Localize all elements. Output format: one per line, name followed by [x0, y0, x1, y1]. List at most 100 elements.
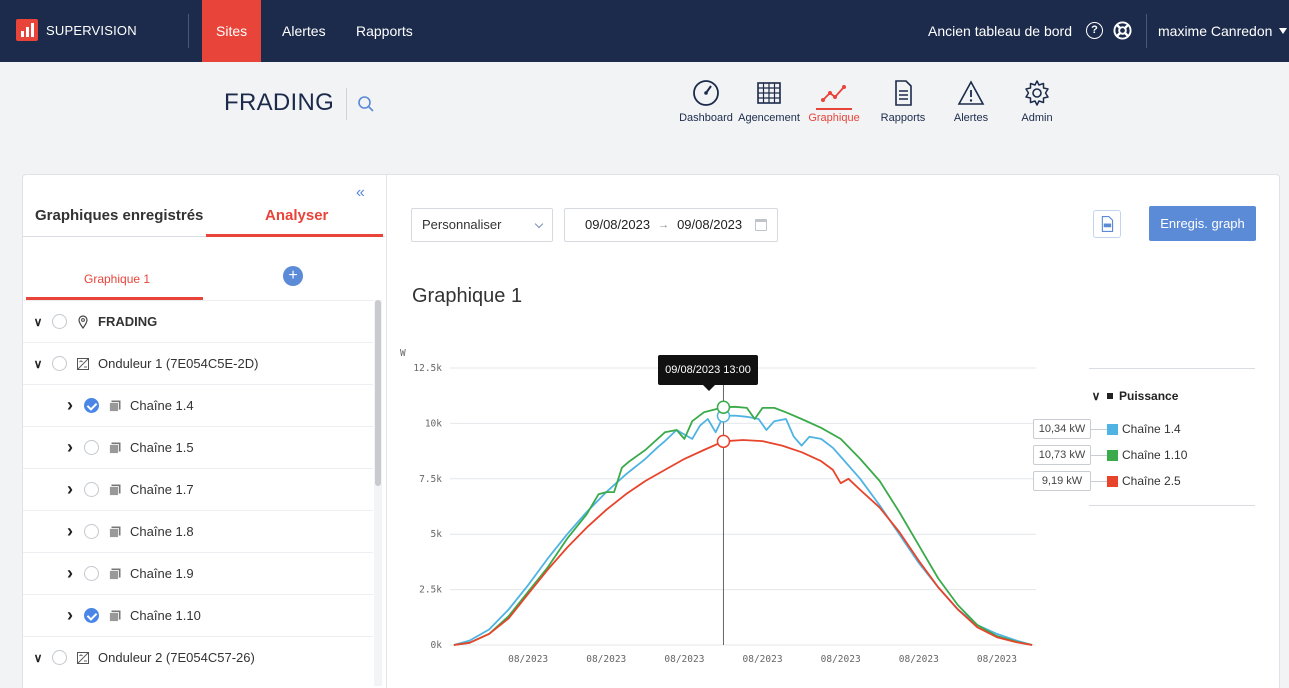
inverter-icon	[77, 651, 89, 664]
chevron-right-icon[interactable]: ›	[63, 437, 77, 458]
divider	[188, 14, 189, 48]
user-menu[interactable]: maxime Canredon	[1158, 0, 1288, 62]
x-tick-label: 08/2023	[586, 654, 626, 665]
search-icon[interactable]	[356, 94, 376, 114]
select-checkbox[interactable]	[84, 482, 99, 497]
x-tick-label: 08/2023	[743, 654, 783, 665]
tree-row[interactable]: ∨ Onduleur 2 (7E054C57-26)	[23, 636, 373, 678]
module-graphique[interactable]: Graphique	[794, 78, 874, 124]
tab-analyse[interactable]: Analyser	[265, 207, 328, 224]
module-label: Admin	[1021, 112, 1053, 124]
chevron-right-icon[interactable]: ›	[63, 395, 77, 416]
tree-row[interactable]: › Chaîne 1.4	[23, 384, 373, 426]
chevron-down-icon[interactable]: ∨	[31, 651, 45, 665]
help-icon[interactable]: ?	[1086, 22, 1103, 39]
nav-alertes[interactable]: Alertes	[268, 0, 340, 62]
old-dashboard-link[interactable]: Ancien tableau de bord	[928, 0, 1072, 62]
add-graph-button[interactable]: +	[283, 266, 303, 286]
tree-row[interactable]: › Chaîne 1.7	[23, 468, 373, 510]
legend-item[interactable]: 10,73 kW Chaîne 1.10	[1033, 444, 1187, 466]
legend-value: 10,34 kW	[1033, 419, 1091, 439]
tree-row[interactable]: › Chaîne 1.8	[23, 510, 373, 552]
user-name: maxime Canredon	[1158, 23, 1273, 39]
chart-title: Graphique 1	[412, 285, 523, 307]
chevron-right-icon[interactable]: ›	[63, 521, 77, 542]
inverter-icon	[77, 357, 89, 370]
date-range-picker[interactable]: 09/08/2023 → 09/08/2023	[564, 208, 778, 242]
save-graph-button[interactable]: Enregis. graph	[1149, 206, 1256, 241]
tree-row[interactable]: › Chaîne 1.10	[23, 594, 373, 636]
x-tick-label: 08/2023	[664, 654, 704, 665]
line-chart-icon	[821, 85, 846, 102]
calendar-icon	[755, 219, 767, 231]
select-checkbox[interactable]	[84, 440, 99, 455]
legend-connector	[1091, 428, 1107, 430]
chevron-down-icon	[534, 219, 544, 229]
gear-icon	[1025, 80, 1049, 106]
y-tick-label: 12.5k	[413, 363, 442, 374]
power-chart[interactable]: 0k 2.5k 5k 7.5k 10k 12.5k W 08/2023 08/2023 08/20…	[400, 340, 1060, 680]
period-select[interactable]: Personnaliser	[411, 208, 553, 242]
divider	[346, 88, 347, 120]
nav-rapports[interactable]: Rapports	[342, 0, 427, 62]
select-checkbox[interactable]	[52, 314, 67, 329]
tree-row-label: Chaîne 1.8	[130, 524, 194, 539]
tree-row-label: FRADING	[98, 314, 158, 329]
chevron-right-icon[interactable]: ›	[63, 479, 77, 500]
brand[interactable]: SUPERVISION	[16, 19, 137, 41]
legend-name: Chaîne 2.5	[1122, 474, 1181, 488]
tab-graphique-1[interactable]: Graphique 1	[84, 272, 150, 286]
chart-tooltip: 09/08/2023 13:00	[658, 355, 758, 391]
y-axis-label: W	[400, 348, 406, 359]
collapse-sidebar-icon[interactable]: «	[356, 184, 365, 202]
tree-row-label: Chaîne 1.10	[130, 608, 201, 623]
top-bar: SUPERVISION Sites Alertes Rapports Ancie…	[0, 0, 1289, 62]
tree-row[interactable]: › Chaîne 1.9	[23, 552, 373, 594]
chevron-right-icon[interactable]: ›	[63, 605, 77, 626]
chevron-down-icon[interactable]: ∨	[31, 315, 45, 329]
date-from: 09/08/2023	[585, 217, 651, 232]
select-checkbox[interactable]	[52, 650, 67, 665]
legend-swatch	[1107, 423, 1118, 435]
nav-sites[interactable]: Sites	[202, 0, 262, 62]
string-icon	[109, 568, 121, 580]
x-tick-label: 08/2023	[508, 654, 548, 665]
legend-item[interactable]: 10,34 kW Chaîne 1.4	[1033, 418, 1181, 440]
active-tab-underline	[206, 234, 383, 237]
chevron-down-icon: ∨	[1091, 389, 1101, 403]
lifebuoy-icon[interactable]	[1113, 21, 1132, 40]
legend-name: Chaîne 1.4	[1122, 422, 1181, 436]
module-label: Graphique	[808, 112, 860, 124]
legend-item[interactable]: 9,19 kW Chaîne 2.5	[1033, 470, 1181, 492]
cursor-marker	[716, 434, 731, 449]
period-value: Personnaliser	[422, 217, 502, 232]
string-icon	[109, 484, 121, 496]
chevron-right-icon[interactable]: ›	[63, 563, 77, 584]
select-checkbox[interactable]	[84, 398, 99, 413]
select-checkbox[interactable]	[84, 524, 99, 539]
select-checkbox[interactable]	[84, 608, 99, 623]
select-checkbox[interactable]	[52, 356, 67, 371]
y-tick-label: 5k	[431, 529, 443, 540]
series-line-1	[453, 414, 1033, 646]
csv-export-icon[interactable]	[1093, 210, 1121, 238]
tree-row[interactable]: › Chaîne 1.5	[23, 426, 373, 468]
tab-saved-graphs[interactable]: Graphiques enregistrés	[35, 207, 203, 224]
legend-divider	[1089, 368, 1255, 369]
y-tick-label: 2.5k	[419, 585, 442, 596]
y-tick-label: 10k	[425, 418, 442, 429]
cursor-marker	[716, 400, 731, 414]
tree-row[interactable]: ∨ Onduleur 1 (7E054C5E-2D)	[23, 342, 373, 384]
gauge-icon	[693, 80, 719, 106]
module-admin[interactable]: Admin	[997, 78, 1077, 124]
tree-row[interactable]: ∨ FRADING	[23, 300, 373, 342]
scrollbar-thumb[interactable]	[375, 300, 381, 486]
brand-name: SUPERVISION	[46, 22, 137, 38]
tree-row-label: Onduleur 2 (7E054C57-26)	[98, 650, 255, 665]
legend-swatch	[1107, 449, 1118, 461]
select-checkbox[interactable]	[84, 566, 99, 581]
legend-group-marker	[1107, 393, 1113, 399]
chevron-down-icon[interactable]: ∨	[31, 357, 45, 371]
legend-group[interactable]: ∨ Puissance	[1089, 389, 1179, 403]
tree-row-label: Chaîne 1.7	[130, 482, 194, 497]
